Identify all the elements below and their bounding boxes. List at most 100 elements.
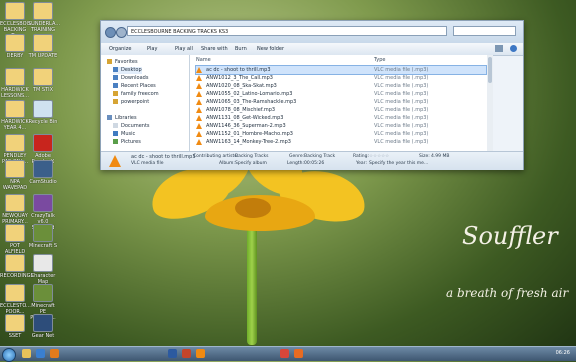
downloads-icon: [113, 75, 118, 80]
forward-button[interactable]: [116, 27, 127, 38]
file-list: Name Type ac dc - shoot to thrill.mp3 VLC…: [190, 55, 490, 151]
organize-button[interactable]: Organize: [109, 45, 131, 53]
table-row[interactable]: ANW1078_08_Mischief.mp3 VLC media file (.…: [196, 106, 486, 114]
nav-item[interactable]: Libraries: [107, 115, 137, 122]
desktop-icon[interactable]: POT ALFIELD: [0, 224, 30, 255]
vlc-icon: [196, 131, 202, 137]
gear-net-icon: [33, 314, 53, 332]
nav-item[interactable]: Music: [113, 131, 135, 138]
nav-item[interactable]: Documents: [113, 123, 150, 130]
wallpaper-subtitle: a breath of fresh air: [446, 286, 569, 300]
character-map-icon: [33, 254, 53, 272]
size-label: Size:: [419, 154, 430, 159]
help-icon[interactable]: [510, 45, 517, 52]
desktop-icon[interactable]: Character Map: [28, 254, 58, 285]
back-button[interactable]: [105, 27, 116, 38]
folder-icon: [5, 68, 25, 86]
vertical-scrollbar[interactable]: [487, 55, 493, 151]
navigation-pane: Favorites Desktop Downloads Recent Place…: [101, 55, 190, 151]
word-taskbar-icon[interactable]: [168, 349, 177, 358]
vlc-icon: [196, 91, 202, 97]
chrome-taskbar-icon[interactable]: [280, 349, 289, 358]
table-row[interactable]: ac dc - shoot to thrill.mp3 VLC media fil…: [195, 65, 487, 75]
burn-button[interactable]: Burn: [235, 45, 247, 53]
desktop-icon[interactable]: SSET: [0, 314, 30, 339]
media-player-taskbar-icon[interactable]: [50, 349, 59, 358]
address-field[interactable]: ECCLESBOURNE BACKING TRACKS KS3: [127, 26, 447, 36]
minecraft-icon: [33, 284, 53, 302]
table-row[interactable]: ANW1055_02_Latino-Lomario.mp3 VLC media f…: [196, 90, 486, 98]
desktop-icon[interactable]: HARDWICK LESSONS...: [0, 68, 30, 99]
minecraft-icon: [33, 224, 53, 242]
genre-value[interactable]: Backing Track: [304, 154, 335, 160]
desktop-icon[interactable]: SUNDERLA... TRAINING: [28, 2, 60, 33]
desktop-icon[interactable]: HARDWICK YEAR 4...: [0, 100, 30, 131]
genre-label: Genre:: [289, 154, 305, 159]
play-button[interactable]: Play: [147, 45, 157, 53]
table-row[interactable]: ANW1152_01_Hombre-Macho.mp3 VLC media fil…: [196, 130, 486, 138]
folder-icon: [5, 160, 25, 178]
year-value[interactable]: Specify the year this me...: [369, 161, 428, 167]
contributing-artists-value[interactable]: Backing Tracks: [235, 154, 268, 160]
wallpaper-title: Souffler: [462, 222, 558, 250]
libraries-icon: [107, 115, 112, 120]
nav-item[interactable]: powerpoint: [113, 99, 149, 106]
vlc-taskbar-icon[interactable]: [196, 349, 205, 358]
desktop-icon[interactable]: NEWQUAY PRIMARY...: [0, 194, 30, 225]
folder-icon: [5, 284, 25, 302]
nav-item[interactable]: family freecom: [113, 91, 159, 98]
desktop-icon[interactable]: TM UPDATE: [28, 34, 58, 59]
table-row[interactable]: ANW1131_08_Get-Wicked.mp3 VLC media file …: [196, 114, 486, 122]
desktop-icon[interactable]: Gear Net: [28, 314, 58, 339]
column-header-type[interactable]: Type: [374, 57, 385, 63]
table-row[interactable]: ANW1065_03_The-Ramshackle.mp3 VLC media f…: [196, 98, 486, 106]
folder-icon: [113, 99, 118, 104]
vlc-icon: [196, 67, 202, 73]
desktop-icon[interactable]: NPA WAVEPAD: [0, 160, 30, 191]
album-value[interactable]: Specify album: [235, 161, 267, 167]
folder-icon: [5, 2, 25, 20]
address-bar-area: ECCLESBOURNE BACKING TRACKS KS3: [101, 21, 523, 43]
nav-item[interactable]: Favorites: [107, 59, 138, 66]
powerpoint-taskbar-icon[interactable]: [182, 349, 191, 358]
nav-item[interactable]: Downloads: [113, 75, 148, 82]
desktop-icon[interactable]: DERBY: [0, 34, 30, 59]
new-folder-button[interactable]: New folder: [257, 45, 284, 53]
column-header-name[interactable]: Name: [196, 57, 211, 63]
desktop-icon[interactable]: TM STIX: [28, 68, 58, 93]
desktop-icon[interactable]: ECCLESTO... POOR...: [0, 284, 31, 315]
table-row[interactable]: ANW1020_08_Ska-Skat.mp3 VLC media file (.…: [196, 82, 486, 90]
recent-places-icon: [113, 83, 118, 88]
nav-item[interactable]: Pictures: [113, 139, 141, 146]
flower-center: [235, 198, 271, 218]
rating-stars[interactable]: ☆☆☆☆☆: [369, 154, 389, 160]
table-row[interactable]: ANW1146_36_Superman-2.mp3 VLC media file …: [196, 122, 486, 130]
desktop-icon[interactable]: RECORDINGS: [0, 254, 34, 279]
recycle-bin-icon: [33, 100, 53, 118]
explorer-taskbar-icon[interactable]: [22, 349, 31, 358]
desktop-icon[interactable]: CamStudio: [28, 160, 58, 185]
taskbar-clock[interactable]: 06:26: [556, 350, 570, 356]
view-options-icon[interactable]: [495, 45, 503, 52]
details-title: ac dc - shoot to thrill.mp3: [131, 154, 196, 160]
music-icon: [113, 131, 118, 136]
ie-taskbar-icon[interactable]: [36, 349, 45, 358]
table-row[interactable]: ANW1163_14_Monkey-Tree-2.mp3 VLC media fi…: [196, 138, 486, 146]
scrollbar-thumb[interactable]: [488, 57, 492, 83]
nav-item[interactable]: Recent Places: [113, 83, 156, 90]
desktop-icon[interactable]: Minecraft S: [28, 224, 58, 249]
search-input[interactable]: [453, 26, 516, 36]
desktop-icon[interactable]: Recycle Bin: [28, 100, 58, 125]
folder-icon: [33, 68, 53, 86]
share-with-button[interactable]: Share with: [201, 45, 228, 53]
length-label: Length:: [287, 161, 305, 166]
table-row[interactable]: ANW1012_3_The_Call.mp3 VLC media file (.m…: [196, 74, 486, 82]
flower-stem: [247, 215, 257, 345]
details-pane: ac dc - shoot to thrill.mp3 VLC media fi…: [101, 151, 523, 170]
folder-icon: [33, 34, 53, 52]
firefox-taskbar-icon[interactable]: [294, 349, 303, 358]
play-all-button[interactable]: Play all: [175, 45, 193, 53]
nav-item[interactable]: Desktop: [113, 67, 142, 74]
vlc-icon: [196, 107, 202, 113]
folder-icon: [5, 224, 25, 242]
